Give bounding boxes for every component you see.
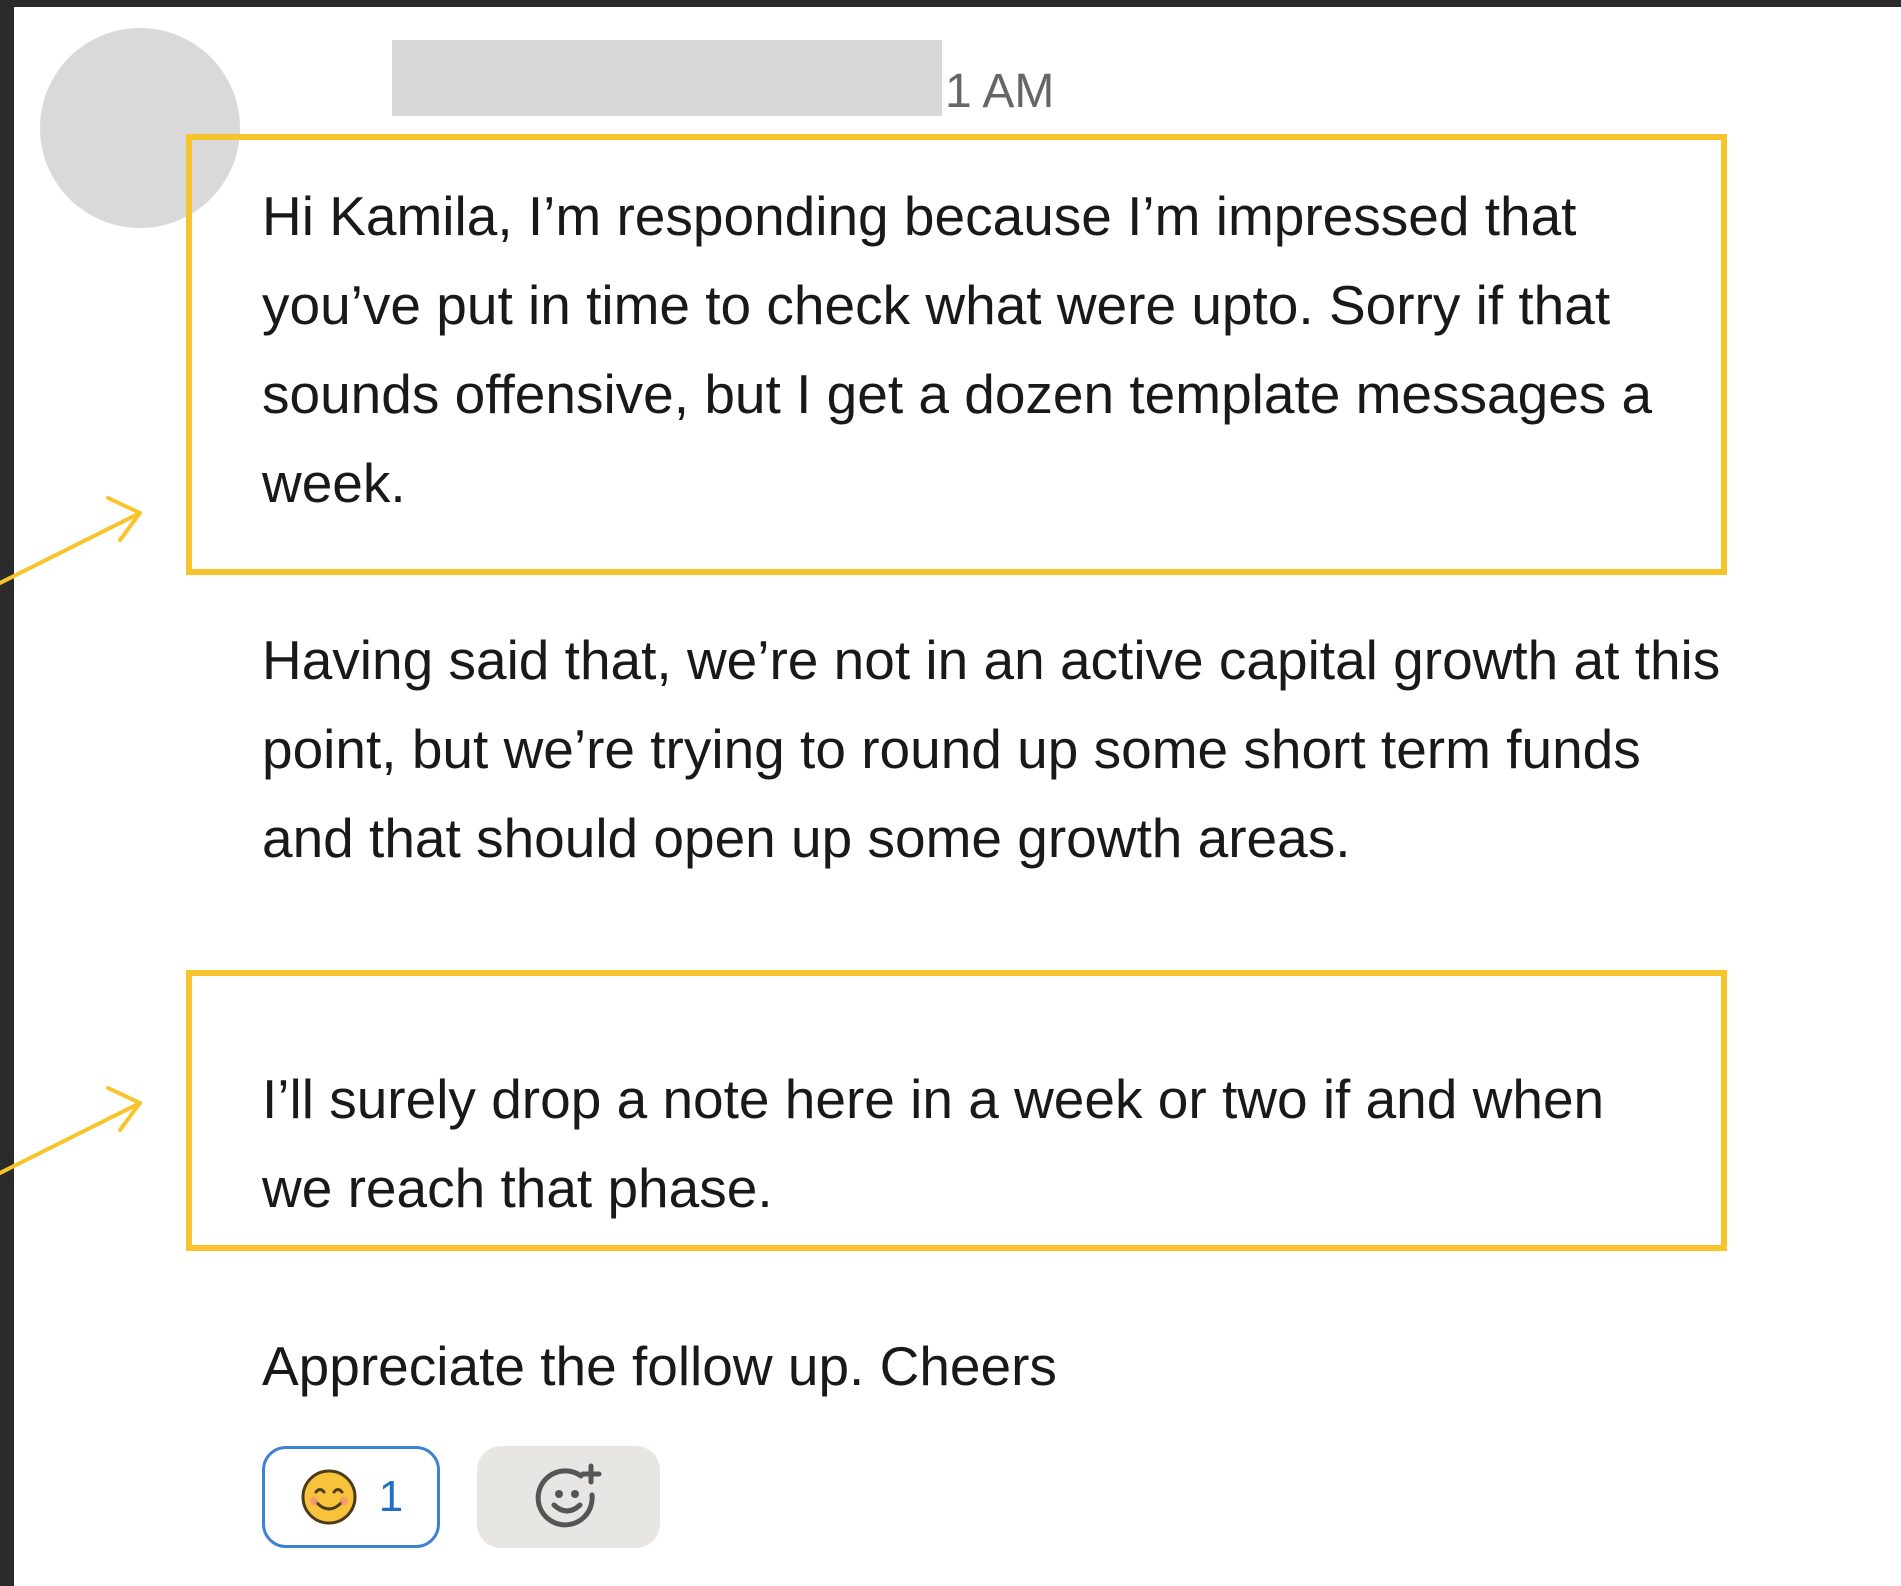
message-timestamp: 1 AM — [945, 65, 1055, 118]
message-paragraph: Having said that, we’re not in an active… — [262, 629, 1721, 869]
window-frame-left — [0, 0, 14, 1586]
avatar[interactable] — [40, 28, 240, 228]
smiling-face-icon — [301, 1469, 357, 1525]
add-reaction-icon — [535, 1463, 601, 1528]
window-frame-top — [0, 0, 1901, 7]
message-paragraph: Appreciate the follow up. Cheers — [262, 1335, 1057, 1397]
reaction-chip[interactable]: 1 — [262, 1446, 440, 1548]
reaction-count: 1 — [378, 1472, 404, 1521]
add-reaction-button[interactable] — [477, 1446, 660, 1548]
message-paragraph: I’ll surely drop a note here in a week o… — [262, 1068, 1605, 1219]
message-screenshot: 1 AM Hi Kamila, I’m responding because I… — [0, 0, 1901, 1586]
sender-name-redacted[interactable] — [392, 40, 942, 116]
message-paragraph: Hi Kamila, I’m responding because I’m im… — [262, 185, 1653, 514]
arrow-icon — [0, 1086, 142, 1175]
arrow-icon — [0, 496, 142, 585]
